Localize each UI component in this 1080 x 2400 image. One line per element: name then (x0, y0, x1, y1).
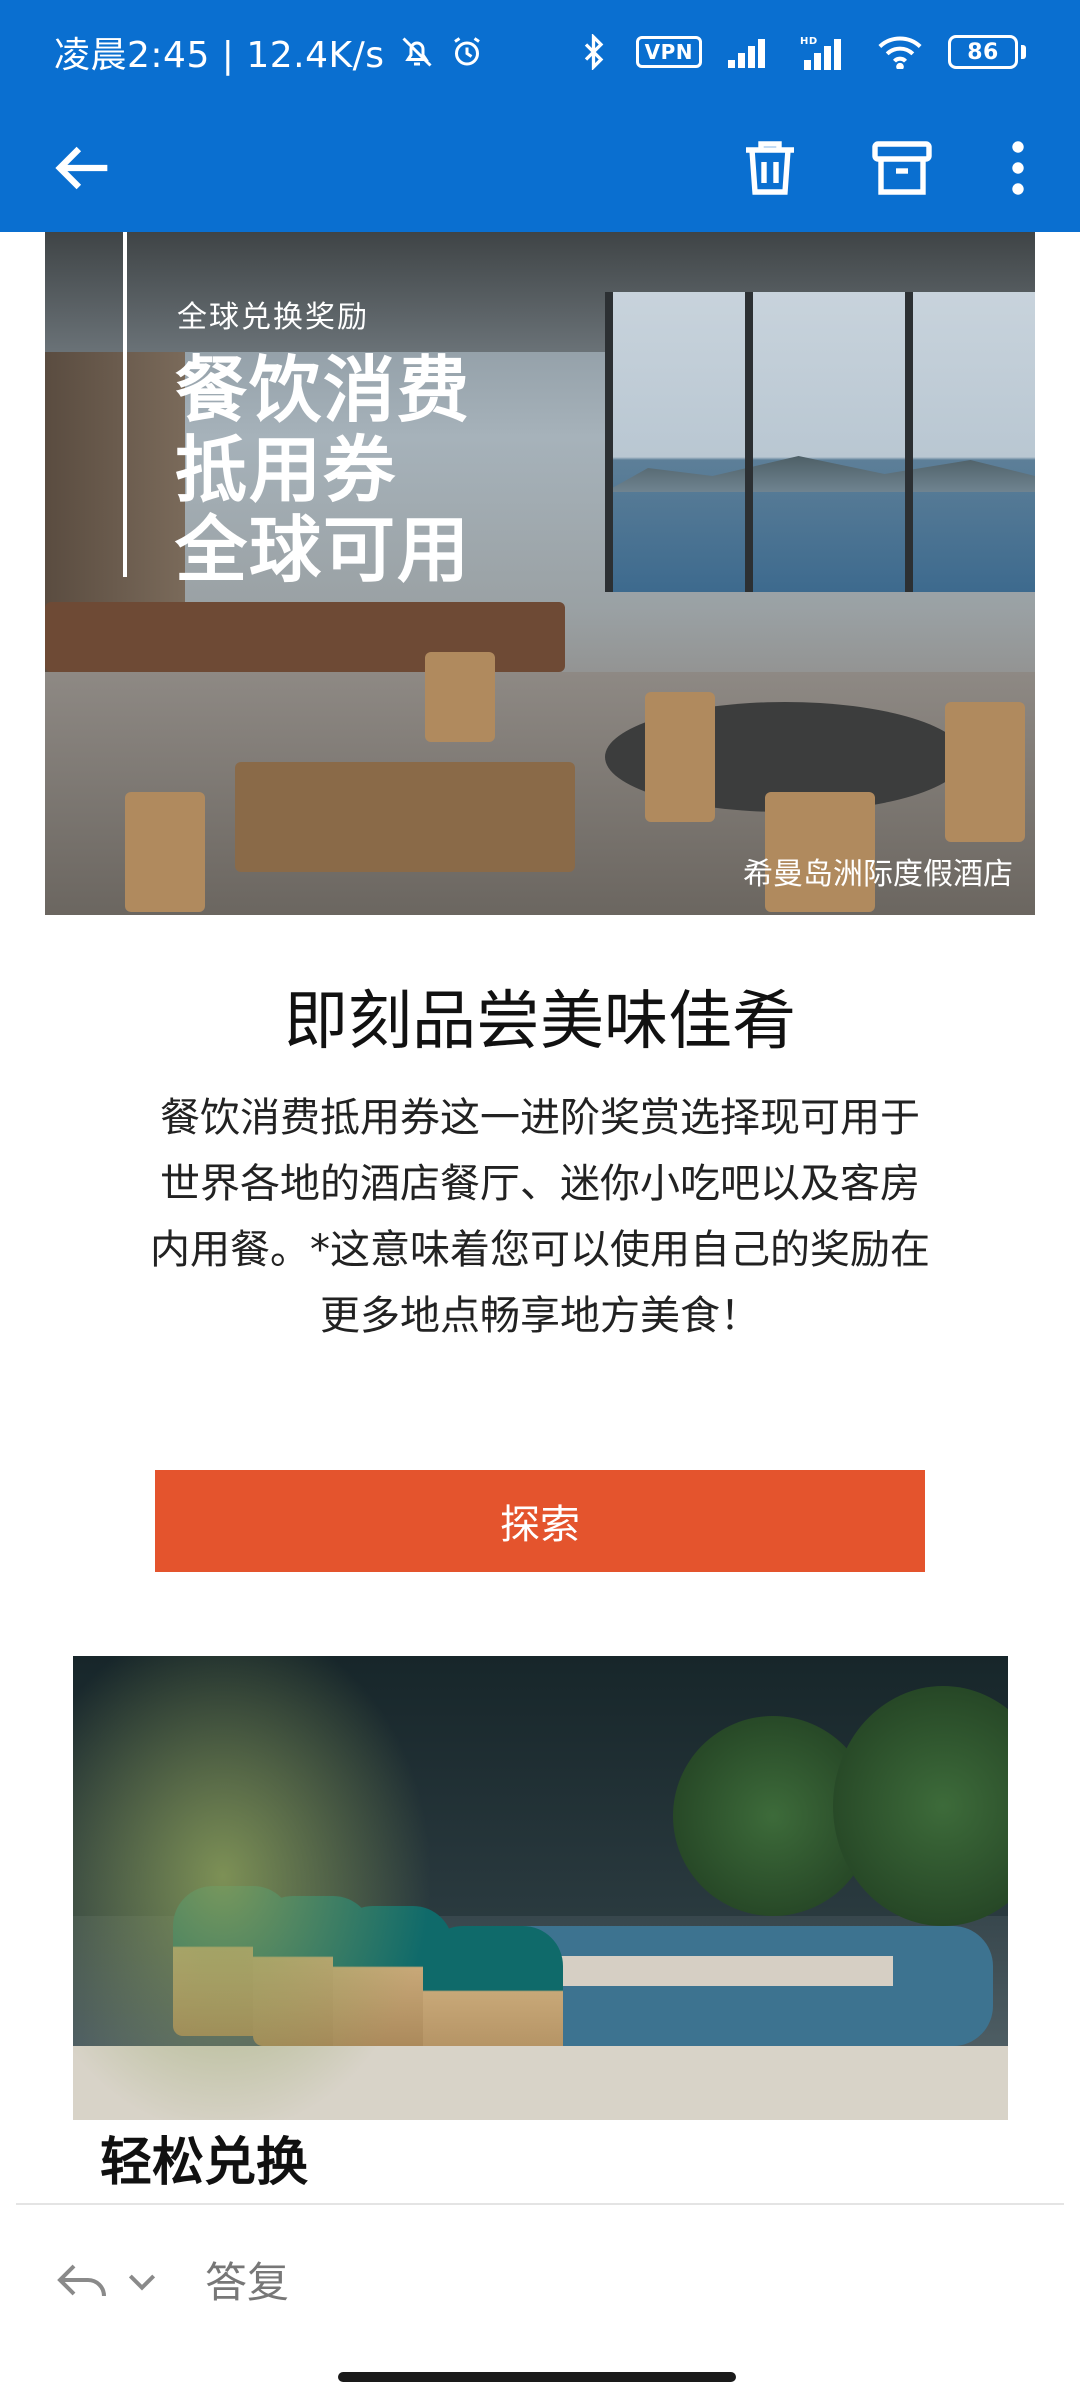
hero-chair (125, 792, 205, 912)
hero-banner-image[interactable]: 全球兑换奖励 餐饮消费 抵用券 全球可用 希曼岛洲际度假酒店 (45, 232, 1035, 915)
chevron-down-icon[interactable] (122, 2261, 162, 2301)
email-toolbar (0, 104, 1080, 232)
bluetooth-icon (580, 34, 610, 70)
wifi-icon (878, 35, 922, 69)
restaurant-photo[interactable] (73, 1656, 1008, 2120)
vpn-badge: VPN (635, 36, 702, 68)
back-arrow-icon[interactable] (44, 130, 120, 206)
section-subheading: 轻松兑换 (100, 2133, 309, 2193)
more-vertical-icon[interactable] (982, 132, 1054, 204)
hero-eyebrow: 全球兑换奖励 (177, 300, 369, 335)
status-left: 凌晨2:45 | 12.4K/s (54, 26, 485, 78)
alarm-icon (449, 34, 485, 70)
archive-icon[interactable] (866, 132, 938, 204)
hero-table (235, 762, 575, 872)
hero-headline-line: 抵用券 (175, 428, 398, 512)
battery-level: 86 (948, 35, 1018, 69)
mute-bell-icon (399, 34, 435, 70)
hero-window-frame (605, 292, 613, 592)
home-indicator[interactable] (338, 2372, 736, 2382)
section-paragraph: 餐饮消费抵用券这一进阶奖赏选择现可用于世界各地的酒店餐厅、迷你小吃吧以及客房内用… (150, 1095, 930, 1339)
hero-window-frame (745, 292, 753, 592)
hd-signal-icon: HD (800, 34, 852, 70)
hero-headline-line: 全球可用 (175, 508, 472, 592)
status-right: VPN HD 86 (580, 34, 1026, 70)
hero-accent-line (123, 232, 127, 577)
hero-sea-view (605, 292, 1035, 592)
hero-window-frame (905, 292, 913, 592)
explore-button[interactable]: 探索 (155, 1470, 925, 1572)
hero-chair (645, 692, 715, 822)
reply-label[interactable]: 答复 (205, 2249, 289, 2310)
battery-tip (1021, 45, 1026, 59)
signal-icon (728, 36, 774, 68)
top-app-bar: 凌晨2:45 | 12.4K/s VPN HD 86 (0, 0, 1080, 232)
hero-caption: 希曼岛洲际度假酒店 (743, 857, 1013, 892)
hero-chair (425, 652, 495, 742)
reply-arrow-icon[interactable] (54, 2255, 114, 2305)
status-bar: 凌晨2:45 | 12.4K/s VPN HD 86 (0, 0, 1080, 104)
hero-headline: 餐饮消费 抵用券 全球可用 (175, 350, 471, 590)
hero-headline-line: 餐饮消费 (175, 348, 472, 432)
trash-icon[interactable] (734, 132, 806, 204)
svg-text:HD: HD (800, 36, 818, 47)
section-title: 即刻品尝美味佳肴 (284, 985, 796, 1059)
status-time: 凌晨2:45 | 12.4K/s (54, 35, 385, 76)
hero-chair (945, 702, 1025, 842)
reply-bar: 答复 (0, 2205, 1080, 2355)
battery-icon: 86 (948, 35, 1026, 69)
